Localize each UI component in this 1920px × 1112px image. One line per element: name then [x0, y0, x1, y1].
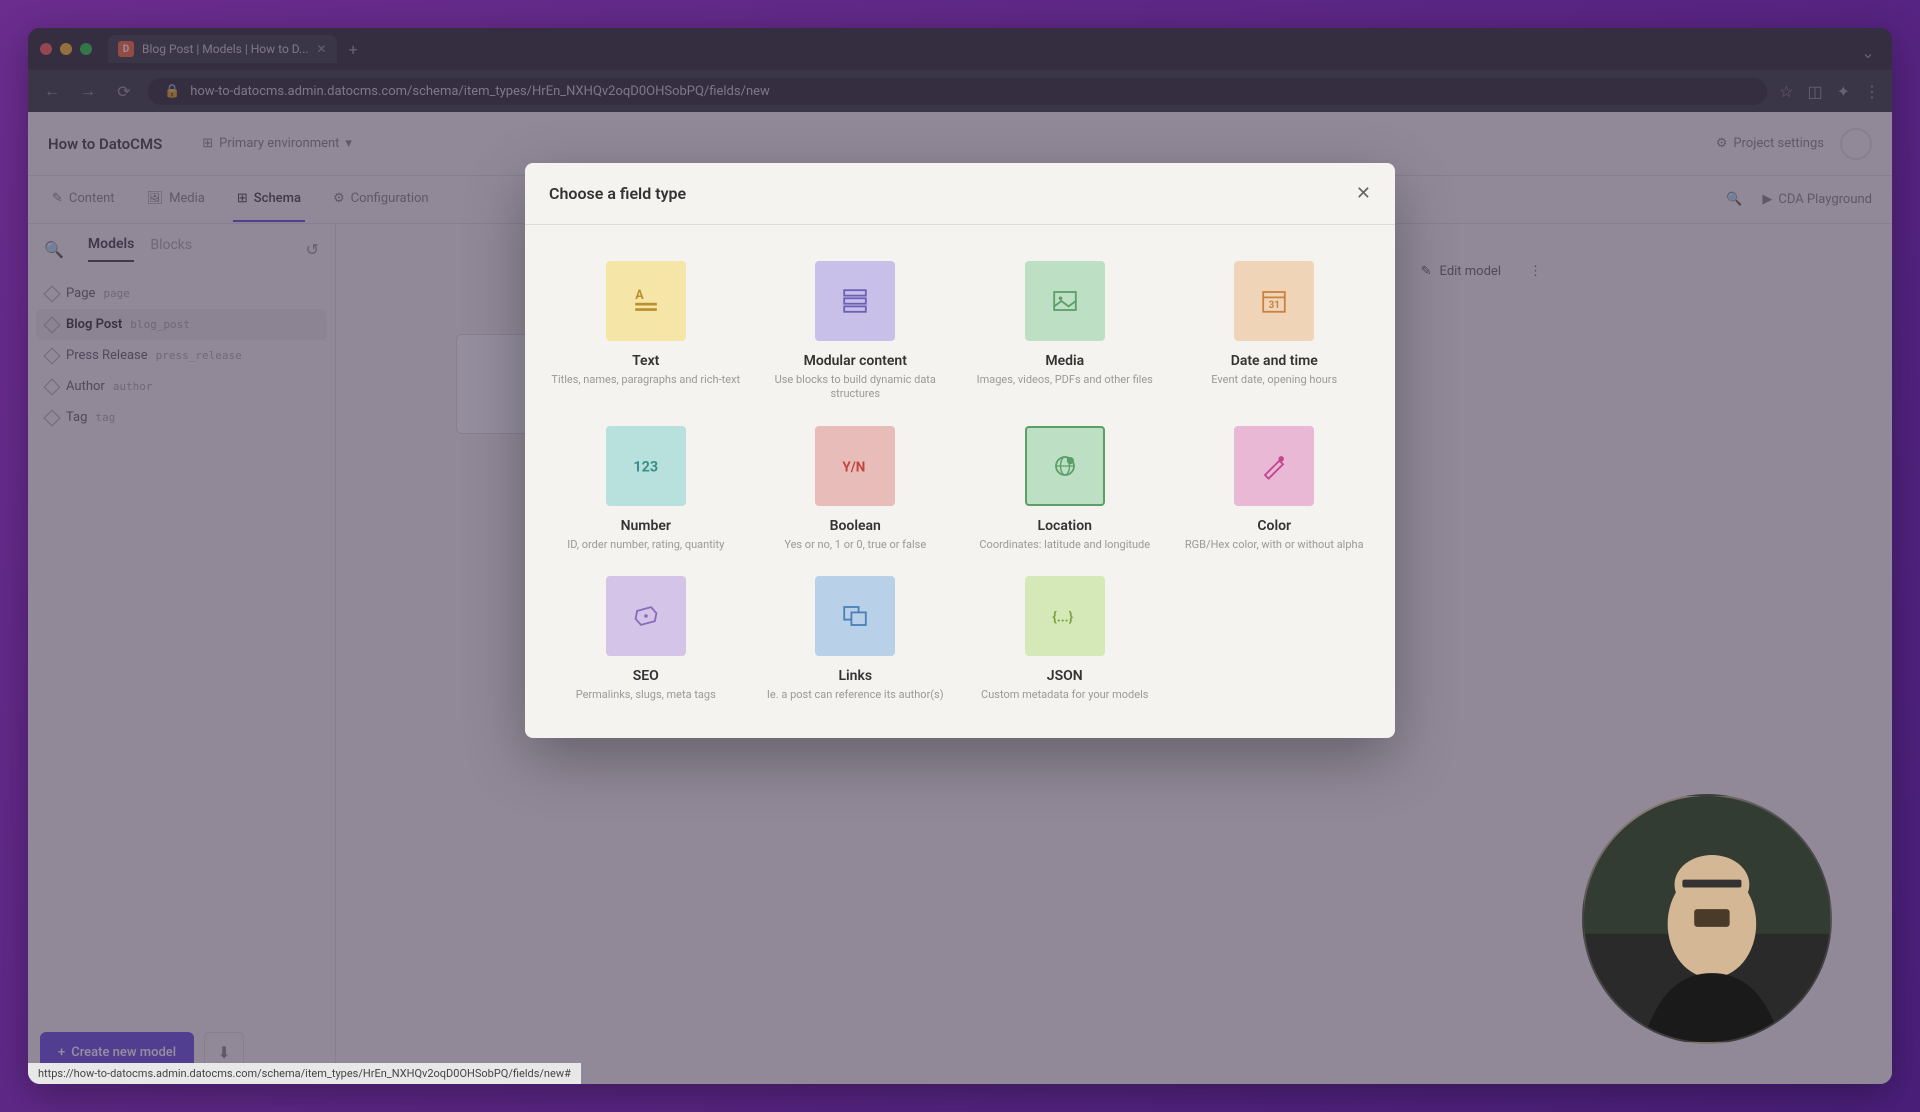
text-icon: A — [606, 261, 686, 341]
webcam-overlay — [1582, 794, 1832, 1044]
svg-text:31: 31 — [1269, 300, 1280, 311]
field-type-text[interactable]: A Text Titles, names, paragraphs and ric… — [549, 261, 743, 402]
svg-text:123: 123 — [633, 458, 658, 475]
location-icon — [1025, 426, 1105, 506]
modal-header: Choose a field type ✕ — [525, 163, 1395, 225]
number-icon: 123 — [606, 426, 686, 506]
color-icon — [1234, 426, 1314, 506]
links-icon — [815, 576, 895, 656]
field-type-number[interactable]: 123 Number ID, order number, rating, qua… — [549, 426, 743, 552]
field-type-location[interactable]: Location Coordinates: latitude and longi… — [968, 426, 1162, 552]
svg-text:Y/N: Y/N — [843, 459, 866, 475]
field-type-modal: Choose a field type ✕ A Text Titles, nam… — [525, 163, 1395, 738]
field-type-datetime[interactable]: 31 Date and time Event date, opening hou… — [1178, 261, 1372, 402]
svg-text:{...}: {...} — [1052, 609, 1073, 625]
boolean-icon: Y/N — [815, 426, 895, 506]
field-type-color[interactable]: Color RGB/Hex color, with or without alp… — [1178, 426, 1372, 552]
status-bar: https://how-to-datocms.admin.datocms.com… — [28, 1063, 581, 1084]
modal-close-button[interactable]: ✕ — [1356, 183, 1371, 204]
modular-icon — [815, 261, 895, 341]
seo-icon — [606, 576, 686, 656]
media-type-icon — [1025, 261, 1105, 341]
modal-title: Choose a field type — [549, 184, 686, 203]
field-type-seo[interactable]: SEO Permalinks, slugs, meta tags — [549, 576, 743, 702]
field-type-boolean[interactable]: Y/N Boolean Yes or no, 1 or 0, true or f… — [759, 426, 953, 552]
field-type-links[interactable]: Links Ie. a post can reference its autho… — [759, 576, 953, 702]
field-type-media[interactable]: Media Images, videos, PDFs and other fil… — [968, 261, 1162, 402]
json-icon: {...} — [1025, 576, 1105, 656]
field-type-json[interactable]: {...} JSON Custom metadata for your mode… — [968, 576, 1162, 702]
field-type-modular[interactable]: Modular content Use blocks to build dyna… — [759, 261, 953, 402]
svg-text:A: A — [635, 288, 644, 303]
calendar-icon: 31 — [1234, 261, 1314, 341]
modal-body: A Text Titles, names, paragraphs and ric… — [525, 225, 1395, 738]
browser-window: D Blog Post | Models | How to D... ✕ + ⌄… — [28, 28, 1892, 1084]
